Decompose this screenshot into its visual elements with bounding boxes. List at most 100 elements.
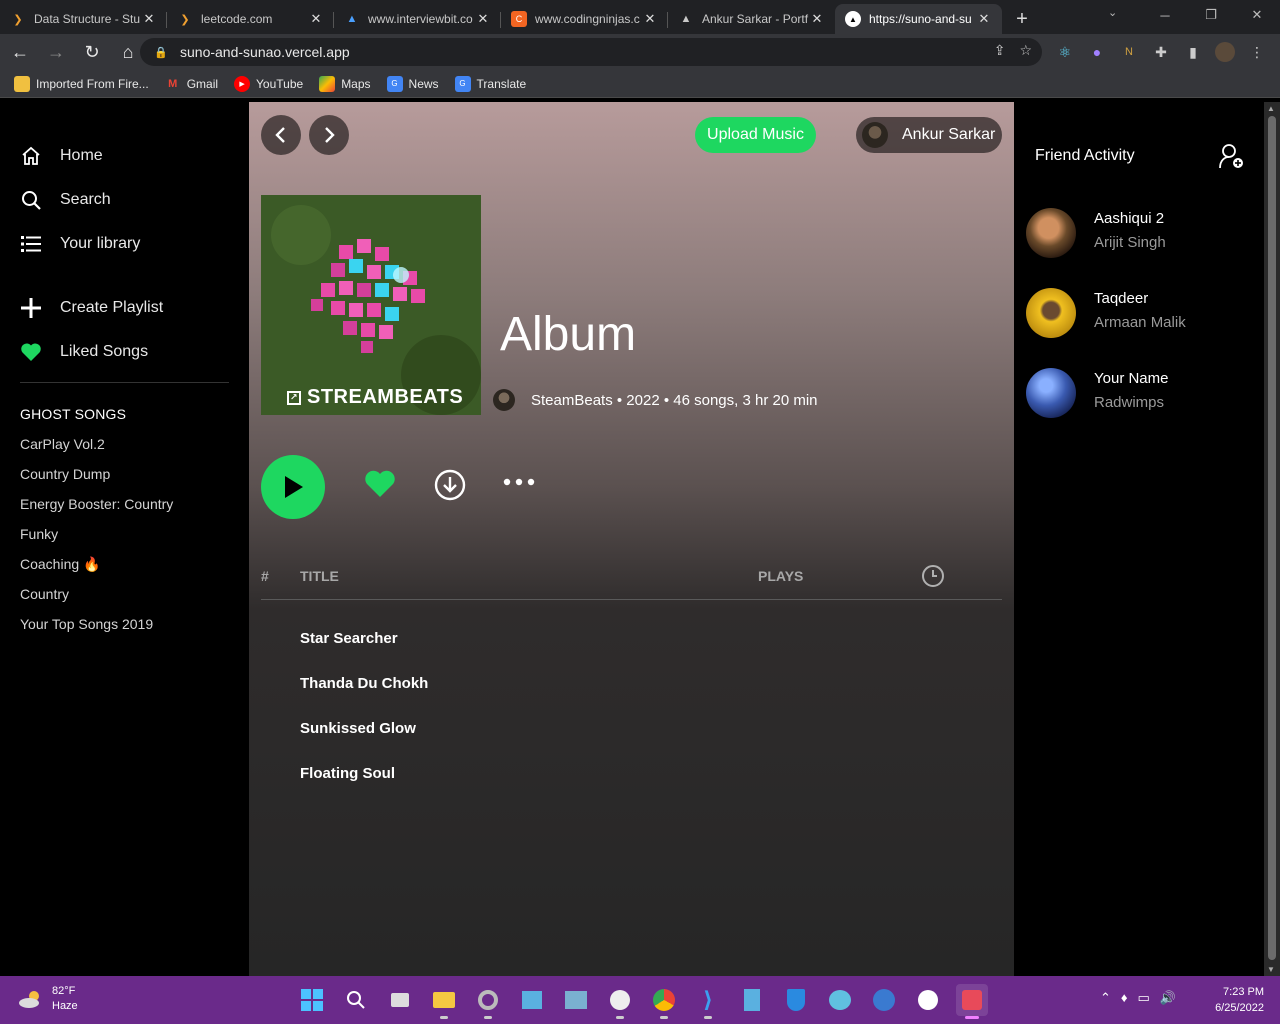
- browser-tab[interactable]: ❯ leetcode.com ✕: [167, 4, 334, 34]
- playlist-item[interactable]: Country: [20, 586, 69, 602]
- chrome-icon[interactable]: [648, 984, 680, 1019]
- snipping-tool-icon[interactable]: [956, 984, 988, 1019]
- react-devtools-icon[interactable]: ⚛: [1052, 38, 1078, 66]
- close-window-button[interactable]: ✕: [1234, 0, 1280, 30]
- friend-item[interactable]: Your Name Radwimps: [1026, 368, 1169, 418]
- sidepanel-icon[interactable]: ▮: [1180, 38, 1206, 66]
- browser-tab[interactable]: C www.codingninjas.c ✕: [501, 4, 668, 34]
- close-tab-icon[interactable]: ✕: [308, 11, 324, 27]
- volume-icon[interactable]: 🔊: [1160, 990, 1176, 1006]
- like-button[interactable]: [363, 469, 397, 504]
- nav-library[interactable]: Your library: [20, 233, 140, 255]
- weather-widget[interactable]: 82°F Haze: [18, 984, 78, 1014]
- minimize-button[interactable]: ─: [1142, 0, 1188, 30]
- user-menu[interactable]: Ankur Sarkar: [856, 117, 1002, 153]
- windows-start-icon[interactable]: [296, 984, 328, 1016]
- github-icon[interactable]: [912, 984, 944, 1016]
- firefox-icon[interactable]: [868, 984, 900, 1016]
- nav-search[interactable]: Search: [20, 189, 111, 211]
- friend-avatar: [1026, 288, 1076, 338]
- defender-icon[interactable]: [780, 984, 812, 1016]
- bookmark-item[interactable]: ▶ YouTube: [234, 75, 303, 92]
- table-row[interactable]: Sunkissed Glow: [300, 720, 416, 737]
- streambeats-logo-icon: ↗: [287, 390, 301, 405]
- settings-icon[interactable]: [472, 984, 504, 1019]
- forward-button[interactable]: →: [40, 36, 72, 68]
- paint-icon[interactable]: [824, 984, 856, 1016]
- liked-songs-button[interactable]: Liked Songs: [20, 341, 148, 363]
- heart-icon: [365, 470, 395, 497]
- extension-icon[interactable]: ●: [1084, 38, 1110, 66]
- table-row[interactable]: Thanda Du Chokh: [300, 675, 428, 692]
- bookmark-item[interactable]: Imported From Fire...: [14, 75, 149, 92]
- scrollbar-thumb[interactable]: [1268, 116, 1276, 960]
- control-panel-icon[interactable]: [516, 984, 548, 1016]
- more-options-button[interactable]: [502, 475, 536, 494]
- tab-search-icon[interactable]: ⌄: [1108, 6, 1117, 19]
- star-icon[interactable]: ☆: [1019, 42, 1032, 59]
- scroll-up-icon[interactable]: ▲: [1267, 104, 1275, 113]
- bookmark-item[interactable]: G News: [386, 75, 439, 92]
- friend-item[interactable]: Taqdeer Armaan Malik: [1026, 288, 1186, 338]
- browser-tab[interactable]: ▲ www.interviewbit.co ✕: [334, 4, 501, 34]
- friend-info: Your Name Radwimps: [1094, 368, 1169, 418]
- nav-home[interactable]: Home: [20, 145, 103, 167]
- new-tab-button[interactable]: +: [1002, 4, 1042, 34]
- profile-avatar[interactable]: [1212, 38, 1238, 66]
- back-nav-button[interactable]: [261, 115, 301, 155]
- create-playlist-button[interactable]: Create Playlist: [20, 297, 163, 319]
- file-explorer-icon[interactable]: [428, 984, 460, 1019]
- bookmark-item[interactable]: Maps: [319, 75, 371, 92]
- browser-tab[interactable]: ▲ Ankur Sarkar - Portf ✕: [668, 4, 835, 34]
- close-tab-icon[interactable]: ✕: [141, 11, 157, 27]
- browser-tab-strip: ❯ Data Structure - Stu ✕ ❯ leetcode.com …: [0, 0, 1280, 34]
- scroll-down-icon[interactable]: ▼: [1267, 965, 1275, 974]
- address-bar[interactable]: 🔒 suno-and-sunao.vercel.app ⇪ ☆: [140, 38, 1042, 66]
- upload-music-button[interactable]: Upload Music: [695, 117, 816, 153]
- reload-button[interactable]: ↻: [76, 36, 108, 68]
- add-friend-button[interactable]: [1217, 142, 1245, 175]
- task-view-icon[interactable]: [384, 984, 416, 1016]
- forward-nav-button[interactable]: [309, 115, 349, 155]
- bookmark-item[interactable]: G Translate: [454, 75, 526, 92]
- vscode-icon[interactable]: ⟩: [692, 984, 724, 1019]
- download-button[interactable]: [433, 468, 467, 507]
- download-icon: [434, 469, 466, 501]
- playlist-item[interactable]: Funky: [20, 526, 58, 542]
- playlist-item[interactable]: Energy Booster: Country: [20, 496, 173, 512]
- play-button[interactable]: [261, 455, 325, 519]
- dropbox-icon[interactable]: ♦: [1121, 990, 1128, 1006]
- page-scrollbar[interactable]: ▲ ▼: [1264, 102, 1280, 976]
- restore-button[interactable]: ❐: [1188, 0, 1234, 30]
- table-row[interactable]: Floating Soul: [300, 765, 395, 782]
- system-clock[interactable]: 7:23 PM 6/25/2022: [1215, 984, 1264, 1016]
- playlist-item[interactable]: CarPlay Vol.2: [20, 436, 105, 452]
- back-button[interactable]: ←: [4, 36, 36, 68]
- app-icon[interactable]: [604, 984, 636, 1019]
- close-tab-icon[interactable]: ✕: [809, 11, 825, 27]
- friend-item[interactable]: Aashiqui 2 Arijit Singh: [1026, 208, 1166, 258]
- codingninjas-icon: C: [511, 11, 527, 27]
- playlist-item[interactable]: Coaching 🔥: [20, 556, 100, 573]
- search-icon[interactable]: [340, 984, 372, 1016]
- playlist-item[interactable]: Country Dump: [20, 466, 110, 482]
- playlist-item[interactable]: Your Top Songs 2019: [20, 616, 153, 632]
- close-tab-icon[interactable]: ✕: [642, 11, 658, 27]
- browser-tab-active[interactable]: ▲ https://suno-and-su ✕: [835, 4, 1002, 34]
- notepad-icon[interactable]: [736, 984, 768, 1016]
- photos-icon[interactable]: [560, 984, 592, 1016]
- chevron-up-icon[interactable]: ⌃: [1100, 990, 1111, 1006]
- table-row[interactable]: Star Searcher: [300, 630, 398, 647]
- network-icon[interactable]: ▭: [1138, 990, 1150, 1006]
- bookmark-item[interactable]: M Gmail: [165, 76, 218, 92]
- browser-tab[interactable]: ❯ Data Structure - Stu ✕: [0, 4, 167, 34]
- extension-icon[interactable]: N: [1116, 38, 1142, 66]
- bookmark-label: News: [408, 76, 439, 91]
- news-icon: G: [386, 75, 403, 92]
- friend-song: Taqdeer: [1094, 290, 1149, 307]
- menu-icon[interactable]: ⋮: [1244, 38, 1270, 66]
- share-icon[interactable]: ⇪: [994, 42, 1006, 59]
- puzzle-icon[interactable]: ✚: [1148, 38, 1174, 66]
- close-tab-icon[interactable]: ✕: [475, 11, 491, 27]
- close-tab-icon[interactable]: ✕: [976, 11, 992, 27]
